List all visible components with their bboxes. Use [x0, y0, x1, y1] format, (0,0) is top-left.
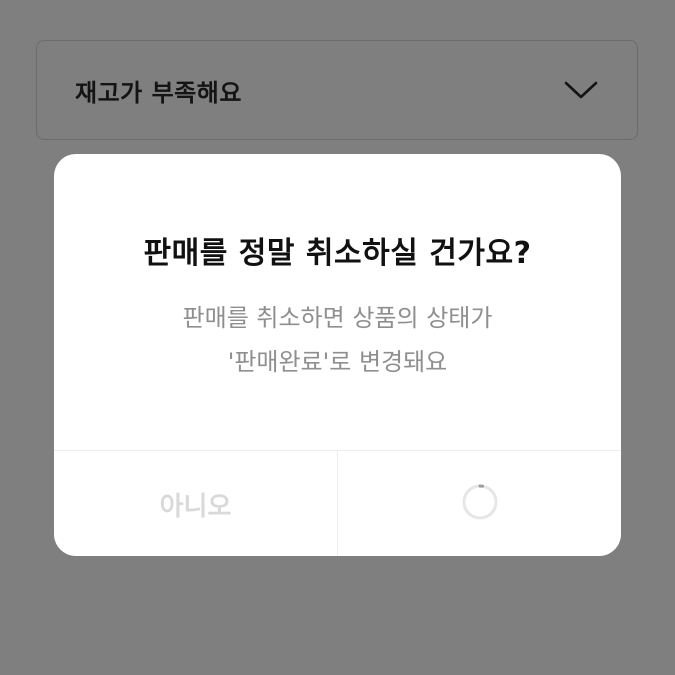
cancel-sale-dialog: 판매를 정말 취소하실 건가요? 판매를 취소하면 상품의 상태가 '판매완료'… — [54, 154, 621, 556]
dialog-message-line-2: '판매완료'로 변경돼요 — [227, 348, 448, 376]
loading-spinner-icon — [461, 483, 499, 525]
dialog-actions: 아니오 — [54, 450, 621, 556]
dialog-message: 판매를 취소하면 상품의 상태가 '판매완료'로 변경돼요 — [54, 296, 621, 384]
dialog-title: 판매를 정말 취소하실 건가요? — [143, 236, 532, 271]
confirm-button[interactable] — [337, 451, 621, 556]
chevron-down-icon — [563, 72, 599, 108]
screen: 재고가 부족해요 판매를 정말 취소하실 건가요? 판매를 취소하면 상품의 상… — [0, 0, 675, 675]
dialog-message-line-1: 판매를 취소하면 상품의 상태가 — [182, 304, 493, 332]
no-button[interactable]: 아니오 — [54, 451, 337, 556]
dropdown-selected-value: 재고가 부족해요 — [75, 78, 242, 107]
reason-dropdown[interactable]: 재고가 부족해요 — [36, 40, 638, 140]
